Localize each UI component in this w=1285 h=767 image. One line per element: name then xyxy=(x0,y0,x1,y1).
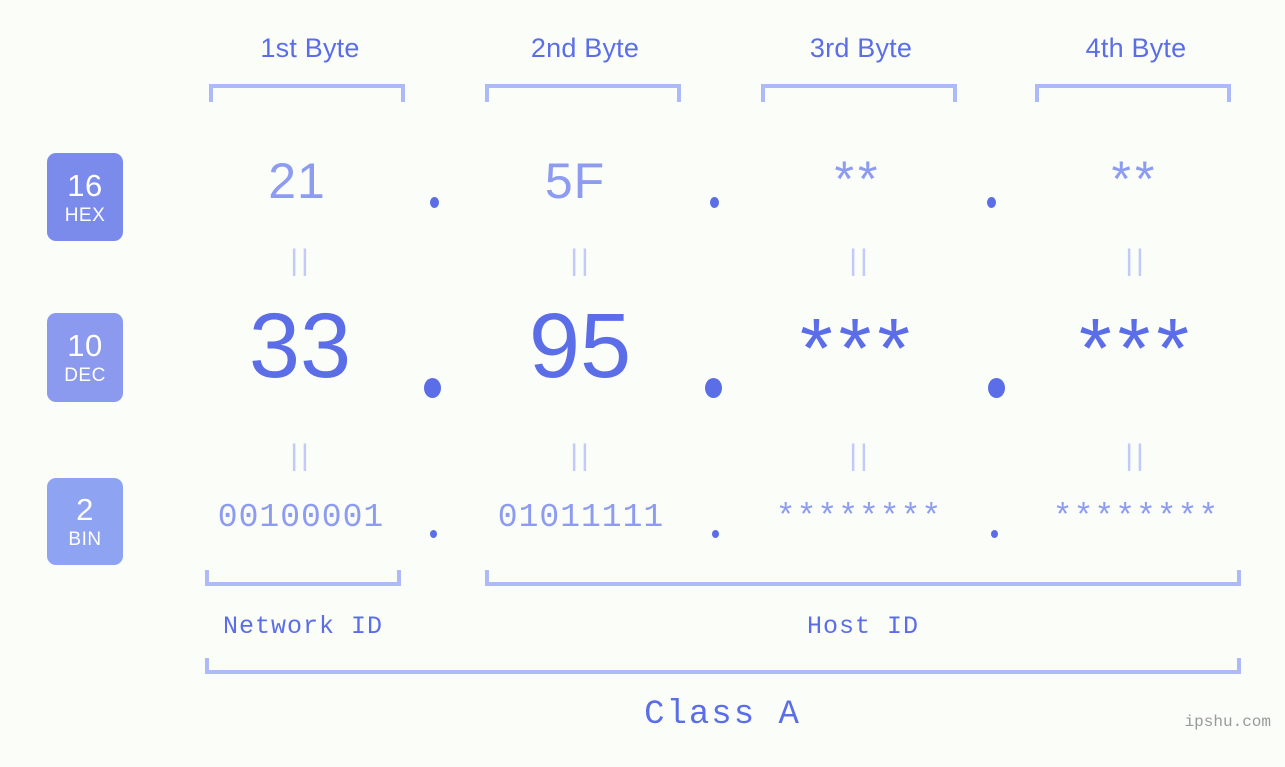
dec-byte-2: 95 xyxy=(528,295,632,397)
byte-bracket-4 xyxy=(1035,84,1231,102)
hex-separator-dot-3 xyxy=(987,197,996,208)
base-badge-dec-number: 10 xyxy=(67,328,103,363)
bin-byte-3: ******** xyxy=(775,499,943,536)
equals-mark-dec-bin-1: || xyxy=(290,439,312,472)
dec-byte-1: 33 xyxy=(248,295,352,397)
hex-byte-1: 21 xyxy=(268,153,326,209)
site-watermark: ipshu.com xyxy=(1184,713,1271,731)
byte-header-3: 3rd Byte xyxy=(809,33,913,63)
base-badge-bin-name: BIN xyxy=(68,529,102,550)
dec-separator-dot-2 xyxy=(705,378,722,398)
bin-byte-4: ******** xyxy=(1052,499,1220,536)
bin-separator-dot-3 xyxy=(991,530,998,538)
equals-mark-dec-bin-3: || xyxy=(849,439,871,472)
ip-address-breakdown-diagram: 1st Byte 2nd Byte 3rd Byte 4th Byte 16 H… xyxy=(0,0,1285,767)
hex-byte-4: ** xyxy=(1111,151,1159,207)
class-bracket xyxy=(205,658,1241,674)
base-badge-hex: 16 HEX xyxy=(47,153,123,241)
byte-bracket-3 xyxy=(761,84,957,102)
base-badge-dec-name: DEC xyxy=(64,365,106,386)
hex-separator-dot-2 xyxy=(710,197,719,208)
dec-byte-3: *** xyxy=(799,301,917,395)
base-badge-bin-number: 2 xyxy=(76,492,94,527)
equals-mark-hex-dec-2: || xyxy=(570,244,592,277)
byte-bracket-1 xyxy=(209,84,405,102)
equals-mark-hex-dec-1: || xyxy=(290,244,312,277)
host-id-label: Host ID xyxy=(806,612,920,641)
hex-separator-dot-1 xyxy=(430,197,439,208)
network-id-bracket xyxy=(205,570,401,586)
bin-separator-dot-1 xyxy=(430,530,437,538)
byte-header-2: 2nd Byte xyxy=(530,33,640,63)
dec-separator-dot-3 xyxy=(988,378,1005,398)
dec-byte-4: *** xyxy=(1078,301,1196,395)
network-id-label: Network ID xyxy=(222,612,384,641)
hex-byte-3: ** xyxy=(834,151,882,207)
base-badge-hex-name: HEX xyxy=(64,204,106,226)
base-badge-dec: 10 DEC xyxy=(47,313,123,402)
base-badge-hex-number: 16 xyxy=(67,167,103,203)
host-id-bracket xyxy=(485,570,1241,586)
bin-separator-dot-2 xyxy=(712,530,719,538)
dec-separator-dot-1 xyxy=(424,378,441,398)
equals-mark-dec-bin-4: || xyxy=(1125,439,1147,472)
hex-byte-2: 5F xyxy=(544,153,606,209)
class-label: Class A xyxy=(644,696,801,734)
byte-bracket-2 xyxy=(485,84,681,102)
equals-mark-hex-dec-4: || xyxy=(1125,244,1147,277)
bin-byte-2: 01011111 xyxy=(497,499,665,536)
equals-mark-hex-dec-3: || xyxy=(849,244,871,277)
bin-byte-1: 00100001 xyxy=(217,499,385,536)
base-badge-bin: 2 BIN xyxy=(47,478,123,565)
byte-header-1: 1st Byte xyxy=(260,33,360,63)
equals-mark-dec-bin-2: || xyxy=(570,439,592,472)
byte-header-4: 4th Byte xyxy=(1085,33,1187,63)
